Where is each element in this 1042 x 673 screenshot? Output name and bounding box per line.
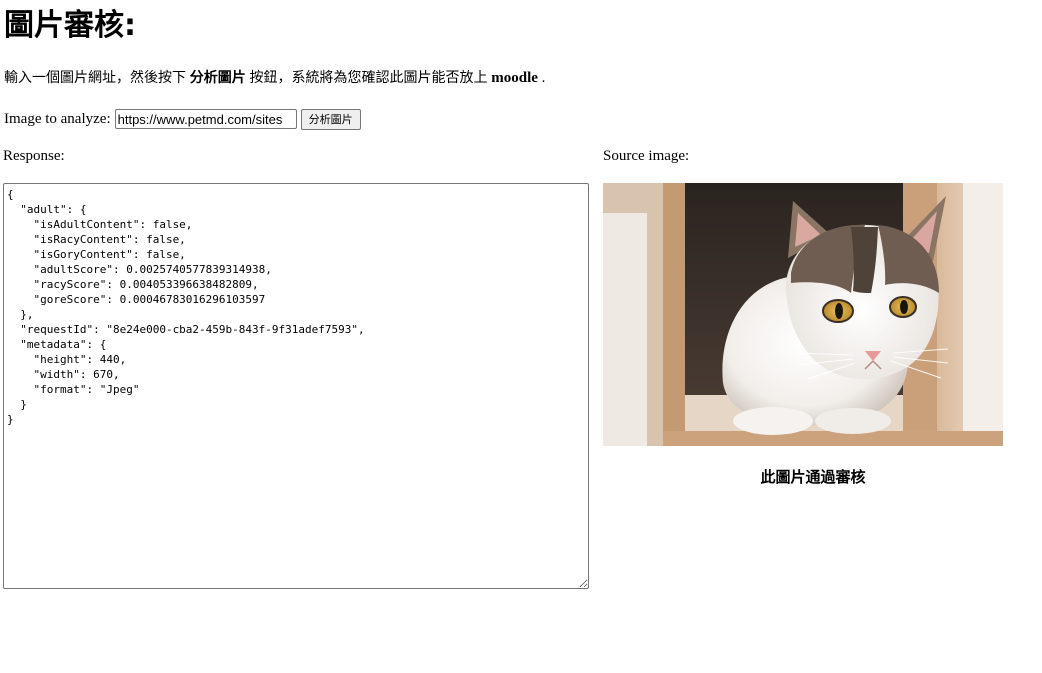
- page-title: 圖片審核:: [4, 8, 136, 43]
- cat-photo: [603, 183, 1003, 446]
- moderation-result: 此圖片通過審核: [760, 468, 866, 486]
- response-label: Response:: [3, 148, 65, 164]
- analyze-image-button[interactable]: 分析圖片: [300, 108, 361, 130]
- image-moderation-page: 圖片審核: 輸入一個圖片網址，然後按下 分析圖片 按鈕，系統將為您確認此圖片能否…: [0, 0, 1042, 673]
- image-url-input[interactable]: [114, 109, 297, 129]
- intro-button-ref: 分析圖片: [189, 70, 246, 86]
- intro-prefix: 輸入一個圖片網址，然後按下: [4, 70, 186, 86]
- response-textarea[interactable]: { "adult": { "isAdultContent": false, "i…: [3, 183, 589, 589]
- source-image: [603, 183, 1003, 446]
- intro-text: 輸入一個圖片網址，然後按下 分析圖片 按鈕，系統將為您確認此圖片能否放上 moo…: [4, 68, 545, 88]
- source-image-label: Source image:: [603, 148, 690, 164]
- image-url-label: Image to analyze:: [4, 110, 111, 127]
- intro-middle: 按鈕，系統將為您確認此圖片能否放上: [249, 70, 488, 86]
- intro-target: moodle: [491, 70, 538, 86]
- intro-suffix: .: [541, 70, 546, 86]
- analyze-form: Image to analyze: 分析圖片: [4, 108, 361, 130]
